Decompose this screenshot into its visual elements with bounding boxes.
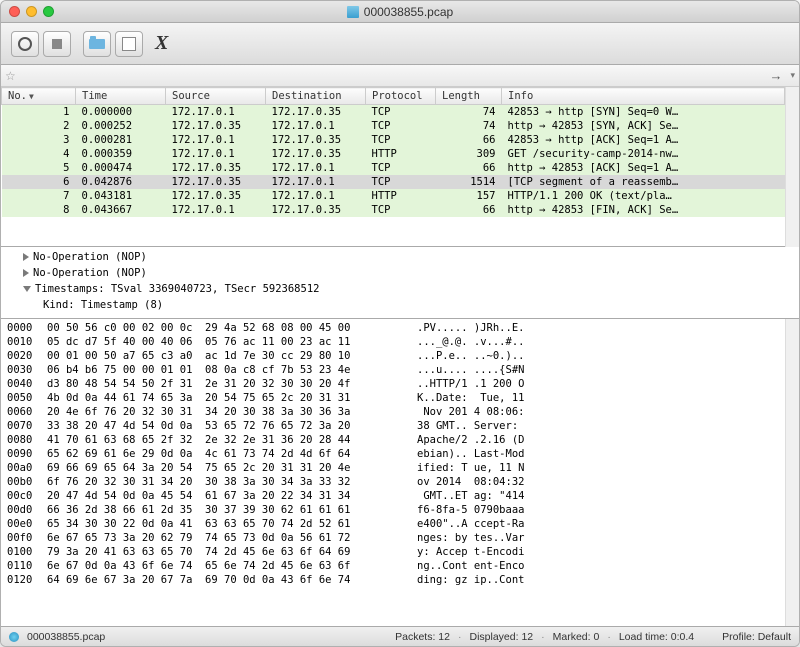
toolbar: X [1,23,799,65]
hex-row[interactable]: 012064 69 6e 67 3a 20 67 7a 69 70 0d 0a … [7,573,779,587]
hex-row[interactable]: 00a069 66 69 65 64 3a 20 54 75 65 2c 20 … [7,461,779,475]
packet-details-pane[interactable]: No-Operation (NOP)No-Operation (NOP)Time… [1,247,799,319]
packet-list-pane[interactable]: No.▼TimeSourceDestinationProtocolLengthI… [1,87,785,247]
close-icon[interactable] [9,6,20,17]
status-marked: Marked: 0 [553,631,600,643]
titlebar: 000038855.pcap [1,1,799,23]
record-icon [18,37,32,51]
app-window: 000038855.pcap X ☆ → ▾ No.▼TimeSourceDes… [0,0,800,647]
hex-row[interactable]: 0040d3 80 48 54 54 50 2f 31 2e 31 20 32 … [7,377,779,391]
window-title: 000038855.pcap [364,5,453,19]
hex-row[interactable]: 002000 01 00 50 a7 65 c3 a0 ac 1d 7e 30 … [7,349,779,363]
hex-row[interactable]: 007033 38 20 47 4d 54 0d 0a 53 65 72 76 … [7,419,779,433]
close-file-button[interactable]: X [155,31,168,57]
capture-stop-button[interactable] [43,31,71,57]
detail-line[interactable]: Timestamps: TSval 3369040723, TSecr 5923… [5,281,795,297]
expert-info-icon[interactable] [9,632,19,642]
hex-row[interactable]: 00f06e 67 65 73 3a 20 62 79 74 65 73 0d … [7,531,779,545]
hex-row[interactable]: 006020 4e 6f 76 20 32 30 31 34 20 30 38 … [7,405,779,419]
status-displayed: Displayed: 12 [470,631,534,643]
column-header[interactable]: Info [502,88,785,105]
column-header[interactable]: Time [76,88,166,105]
column-header[interactable]: Destination [266,88,366,105]
hex-row[interactable]: 010079 3a 20 41 63 63 65 70 74 2d 45 6e … [7,545,779,559]
detail-line[interactable]: No-Operation (NOP) [5,249,795,265]
hex-row[interactable]: 00d066 36 2d 38 66 61 2d 35 30 37 39 30 … [7,503,779,517]
hex-row[interactable]: 009065 62 69 61 6e 29 0d 0a 4c 61 73 74 … [7,447,779,461]
traffic-lights [9,6,54,17]
expand-icon[interactable] [23,269,29,277]
hex-row[interactable]: 00e065 34 30 30 22 0d 0a 41 63 63 65 70 … [7,517,779,531]
folder-icon [89,39,105,49]
expand-icon[interactable] [23,253,29,261]
zoom-icon[interactable] [43,6,54,17]
status-packets: Packets: 12 [395,631,450,643]
column-header[interactable]: Protocol [366,88,436,105]
detail-line[interactable]: Kind: Timestamp (8) [5,297,795,313]
packet-row[interactable]: 50.000474172.17.0.35172.17.0.1TCP66http … [2,161,785,175]
status-file: 000038855.pcap [27,631,105,643]
hex-row[interactable]: 000000 50 56 c0 00 02 00 0c 29 4a 52 68 … [7,321,779,335]
packet-bytes-pane[interactable]: 000000 50 56 c0 00 02 00 0c 29 4a 52 68 … [1,319,785,626]
hex-row[interactable]: 00504b 0d 0a 44 61 74 65 3a 20 54 75 65 … [7,391,779,405]
statusbar: 000038855.pcap Packets: 12 · Displayed: … [1,626,799,646]
status-loadtime: Load time: 0:0.4 [619,631,694,643]
packet-row[interactable]: 10.000000172.17.0.1172.17.0.35TCP7442853… [2,105,785,120]
display-filter-input[interactable] [20,67,762,85]
pcap-file-icon [347,6,359,18]
column-header[interactable]: No.▼ [2,88,76,105]
hex-row[interactable]: 003006 b4 b6 75 00 00 01 01 08 0a c8 cf … [7,363,779,377]
packet-row[interactable]: 40.000359172.17.0.1172.17.0.35HTTP309GET… [2,147,785,161]
packet-row[interactable]: 30.000281172.17.0.1172.17.0.35TCP6642853… [2,133,785,147]
apply-filter-icon[interactable]: → [765,68,786,83]
column-header[interactable]: Length [436,88,502,105]
minimize-icon[interactable] [26,6,37,17]
open-file-button[interactable] [83,31,111,57]
packet-row[interactable]: 20.000252172.17.0.35172.17.0.1TCP74http … [2,119,785,133]
hex-row[interactable]: 00c020 47 4d 54 0d 0a 45 54 61 67 3a 20 … [7,489,779,503]
main-content: No.▼TimeSourceDestinationProtocolLengthI… [1,87,799,626]
hex-row[interactable]: 008041 70 61 63 68 65 2f 32 2e 32 2e 31 … [7,433,779,447]
packet-row[interactable]: 80.043667172.17.0.1172.17.0.35TCP66http … [2,203,785,217]
hex-row[interactable]: 001005 dc d7 5f 40 00 40 06 05 76 ac 11 … [7,335,779,349]
calendar-icon [122,37,136,51]
detail-line[interactable]: No-Operation (NOP) [5,265,795,281]
bookmark-icon[interactable]: ☆ [5,69,16,83]
filter-dropdown-icon[interactable]: ▾ [790,70,795,81]
stop-icon [52,39,62,49]
display-filter-bar: ☆ → ▾ [1,65,799,87]
packet-row[interactable]: 70.043181172.17.0.35172.17.0.1HTTP157HTT… [2,189,785,203]
scrollbar[interactable] [785,87,799,247]
packet-row[interactable]: 60.042876172.17.0.35172.17.0.1TCP1514[TC… [2,175,785,189]
scrollbar[interactable] [785,319,799,626]
hex-row[interactable]: 01106e 67 0d 0a 43 6f 6e 74 65 6e 74 2d … [7,559,779,573]
status-profile: Profile: Default [722,631,791,643]
x-icon: X [155,32,168,55]
collapse-icon[interactable] [23,286,31,292]
capture-start-button[interactable] [11,31,39,57]
hex-row[interactable]: 00b06f 76 20 32 30 31 34 20 30 38 3a 30 … [7,475,779,489]
column-header[interactable]: Source [166,88,266,105]
recent-button[interactable] [115,31,143,57]
